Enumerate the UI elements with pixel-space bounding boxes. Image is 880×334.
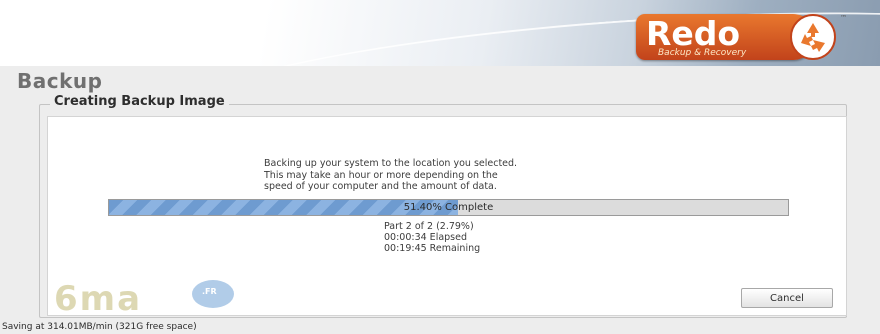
logo-tagline: Backup & Recovery — [658, 48, 747, 58]
part-status: Part 2 of 2 (2.79%) — [384, 221, 474, 232]
watermark-badge-text: .FR — [202, 287, 217, 296]
recycle-icon-graphic — [801, 23, 825, 52]
header-banner: Redo Backup & Recovery ™ — [0, 0, 880, 66]
progress-label: 51.40% Complete — [403, 202, 494, 213]
message-line: This may take an hour or more depending … — [264, 169, 498, 181]
redo-logo: Redo Backup & Recovery ™ — [636, 14, 862, 62]
status-bar: Saving at 314.01MB/min (321G free space) — [2, 322, 197, 332]
watermark: 6ma .FR — [54, 280, 244, 318]
cancel-button[interactable]: Cancel — [741, 288, 833, 308]
message-line: Backing up your system to the location y… — [264, 158, 518, 169]
backup-progress-bar: 51.40% Complete — [108, 199, 789, 216]
page-title: Backup — [17, 69, 103, 93]
watermark-text: 6ma — [54, 279, 143, 319]
elapsed-time: 00:00:34 Elapsed — [384, 232, 468, 243]
section-title: Creating Backup Image — [50, 94, 229, 109]
backup-message: Backing up your system to the location y… — [264, 158, 664, 193]
remaining-time: 00:19:45 Remaining — [384, 243, 481, 254]
progress-stats: Part 2 of 2 (2.79%) 00:00:34 Elapsed 00:… — [384, 221, 584, 254]
message-line: speed of your computer and the amount of… — [264, 181, 497, 192]
logo-trademark: ™ — [840, 14, 847, 22]
recycle-icon — [790, 14, 836, 60]
